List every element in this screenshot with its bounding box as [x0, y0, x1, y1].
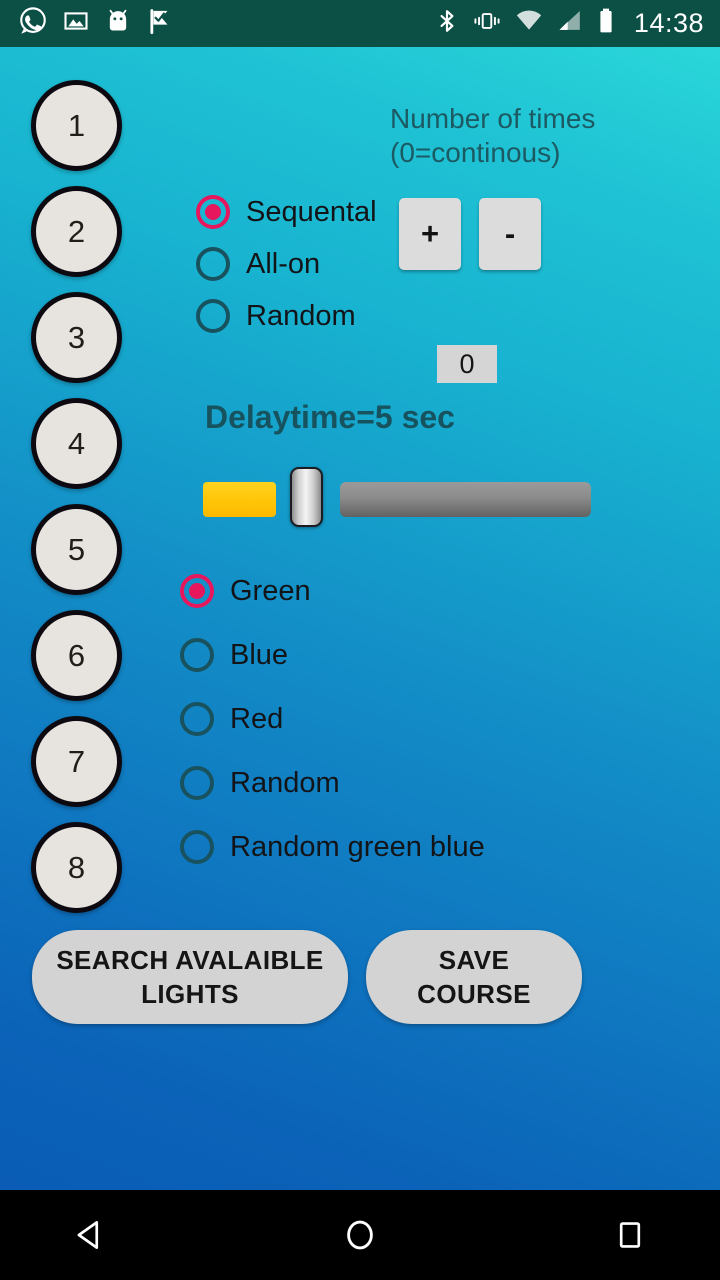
- checkmark-flag-icon: [146, 7, 174, 40]
- radio-label-random: Random: [246, 299, 356, 332]
- android-navigation-bar: [0, 1190, 720, 1280]
- status-bar-clock: 14:38: [633, 8, 704, 38]
- radio-mark-icon: [180, 638, 214, 672]
- radio-color-blue[interactable]: Blue: [180, 638, 288, 672]
- radio-label-sequental: Sequental: [246, 195, 377, 228]
- app-content-area: 1 2 3 4 5 6 7 8 Number of times (0=conti…: [0, 47, 720, 1190]
- back-triangle-icon[interactable]: [55, 1200, 125, 1270]
- slider-filled-track: [203, 482, 276, 517]
- increment-times-button[interactable]: +: [399, 198, 461, 270]
- radio-label-all-on: All-on: [246, 247, 321, 280]
- radio-mode-random[interactable]: Random: [196, 299, 356, 333]
- status-bar-system-icons: 14:38: [434, 7, 704, 40]
- radio-label-random-green-blue: Random green blue: [230, 830, 485, 863]
- battery-icon: [596, 7, 616, 40]
- radio-mark-selected-icon: [196, 195, 230, 229]
- radio-label-random: Random: [230, 766, 340, 799]
- save-course-button[interactable]: SAVE COURSE: [366, 930, 582, 1024]
- vibrate-icon: [472, 7, 502, 40]
- radio-mark-icon: [196, 247, 230, 281]
- cell-signal-icon: [556, 7, 584, 40]
- image-icon: [62, 7, 90, 40]
- radio-mark-selected-icon: [180, 574, 214, 608]
- delaytime-slider[interactable]: [203, 465, 591, 529]
- radio-mark-icon: [180, 702, 214, 736]
- radio-mark-icon: [196, 299, 230, 333]
- radio-label-blue: Blue: [230, 638, 289, 671]
- wifi-icon: [514, 7, 544, 40]
- number-of-times-label: Number of times (0=continous): [390, 103, 596, 168]
- bluetooth-icon: [434, 7, 460, 40]
- phone-screen: 14:38 1 2 3 4 5 6 7 8 Number of times (0…: [0, 0, 720, 1280]
- whatsapp-icon: [18, 6, 48, 41]
- slider-thumb-handle[interactable]: [290, 467, 323, 527]
- radio-color-green[interactable]: Green: [180, 574, 311, 608]
- recents-square-icon[interactable]: [595, 1200, 665, 1270]
- radio-color-random[interactable]: Random: [180, 766, 340, 800]
- settings-panel: Number of times (0=continous) Sequental …: [0, 47, 720, 1190]
- radio-color-random-green-blue[interactable]: Random green blue: [180, 830, 485, 864]
- radio-label-red: Red: [230, 702, 284, 735]
- radio-mode-sequental[interactable]: Sequental: [196, 195, 377, 229]
- slider-remaining-track: [340, 482, 591, 517]
- number-of-times-value[interactable]: 0: [437, 345, 497, 383]
- home-circle-icon[interactable]: [325, 1200, 395, 1270]
- status-bar: 14:38: [0, 0, 720, 47]
- delaytime-label: Delaytime=5 sec: [205, 399, 455, 435]
- status-bar-notification-icons: [18, 6, 174, 41]
- radio-mark-icon: [180, 830, 214, 864]
- android-icon: [104, 7, 132, 40]
- decrement-times-button[interactable]: -: [479, 198, 541, 270]
- radio-mode-all-on[interactable]: All-on: [196, 247, 320, 281]
- radio-mark-icon: [180, 766, 214, 800]
- radio-label-green: Green: [230, 574, 311, 607]
- search-available-lights-button[interactable]: SEARCH AVALAIBLE LIGHTS: [32, 930, 348, 1024]
- radio-color-red[interactable]: Red: [180, 702, 283, 736]
